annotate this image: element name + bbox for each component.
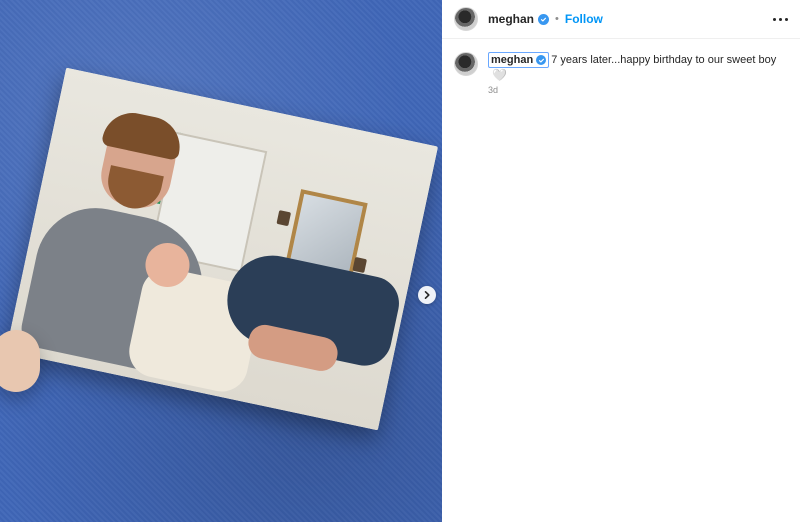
holding-thumb bbox=[0, 330, 40, 392]
post-timestamp[interactable]: 3d bbox=[488, 85, 790, 95]
caption-avatar[interactable] bbox=[454, 52, 478, 76]
caption-username[interactable]: meghan bbox=[488, 52, 550, 68]
white-heart-emoji: 🤍 bbox=[492, 68, 507, 82]
avatar[interactable] bbox=[454, 7, 478, 31]
username[interactable]: meghan bbox=[488, 12, 534, 26]
caption: meghan 7 years later...happy birthday to… bbox=[454, 52, 790, 95]
post-sidebar: meghan • Follow meghan 7 years later...h… bbox=[442, 0, 800, 522]
post-header: meghan • Follow bbox=[454, 7, 790, 31]
dot-separator: • bbox=[555, 13, 559, 25]
next-media-button[interactable] bbox=[418, 286, 436, 304]
caption-text: 7 years later...happy birthday to our sw… bbox=[551, 54, 777, 66]
header-divider bbox=[442, 38, 800, 39]
post-media[interactable] bbox=[0, 0, 442, 522]
more-options-button[interactable] bbox=[770, 11, 790, 27]
caption-body: meghan 7 years later...happy birthday to… bbox=[488, 52, 790, 95]
more-options-icon bbox=[784, 17, 788, 21]
more-options-icon bbox=[772, 17, 776, 21]
follow-button[interactable]: Follow bbox=[565, 12, 603, 26]
more-options-icon bbox=[778, 17, 782, 21]
caption-username-text: meghan bbox=[491, 54, 534, 66]
verified-badge-icon bbox=[536, 55, 547, 65]
caption-line: meghan 7 years later...happy birthday to… bbox=[488, 52, 790, 82]
chevron-right-icon bbox=[424, 291, 430, 299]
verified-badge-icon bbox=[538, 13, 550, 25]
